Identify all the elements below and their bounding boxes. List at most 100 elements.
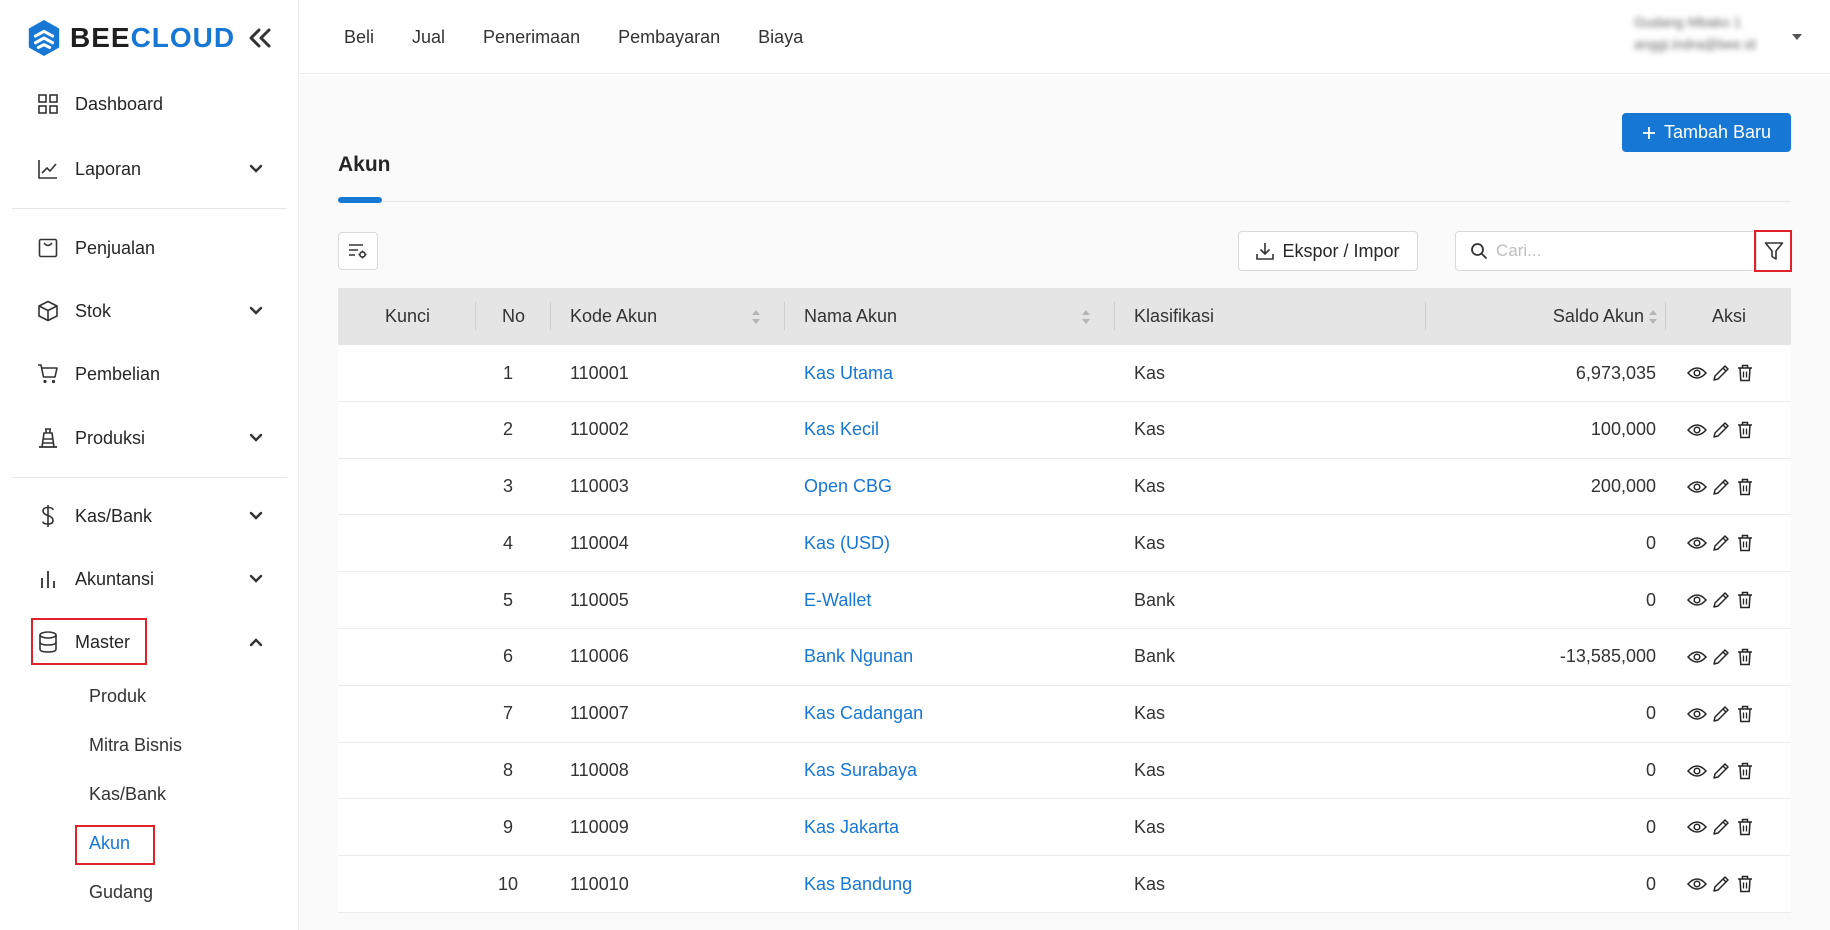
filter-button[interactable] xyxy=(1757,231,1791,271)
sort-icon[interactable] xyxy=(751,308,761,326)
view-icon[interactable] xyxy=(1687,761,1707,781)
edit-icon[interactable] xyxy=(1711,590,1731,610)
sidebar-item-akuntansi[interactable]: Akuntansi xyxy=(12,553,287,605)
caret-down-icon[interactable] xyxy=(1790,30,1804,44)
cell-kode-akun: 110008 xyxy=(570,760,629,781)
sidebar-item-laporan[interactable]: Laporan xyxy=(12,143,287,195)
view-icon[interactable] xyxy=(1687,647,1707,667)
submenu-item-gudang[interactable]: Gudang xyxy=(89,882,153,903)
edit-icon[interactable] xyxy=(1711,761,1731,781)
delete-icon[interactable] xyxy=(1735,533,1755,553)
submenu-item-mitra-bisnis[interactable]: Mitra Bisnis xyxy=(89,735,182,756)
view-icon[interactable] xyxy=(1687,477,1707,497)
cell-kode-akun: 110001 xyxy=(570,362,629,383)
table-row: 8 110008 Kas Surabaya Kas 0 xyxy=(338,742,1791,800)
user-info[interactable]: Gudang Mbako 1 anggi.indra@bee.id xyxy=(1634,12,1784,52)
edit-icon[interactable] xyxy=(1711,533,1731,553)
bar-chart-icon xyxy=(36,567,60,591)
cell-klasifikasi: Bank xyxy=(1134,589,1176,610)
delete-icon[interactable] xyxy=(1735,761,1755,781)
column-header-kode-akun[interactable]: Kode Akun xyxy=(570,288,657,345)
cell-nama-akun[interactable]: Kas Kecil xyxy=(804,402,879,458)
app-logo[interactable]: BEECLOUD xyxy=(26,18,235,58)
export-import-label: Ekspor / Impor xyxy=(1282,240,1400,261)
view-icon[interactable] xyxy=(1687,363,1707,383)
edit-icon[interactable] xyxy=(1711,874,1731,894)
column-settings-button[interactable] xyxy=(338,232,378,270)
column-header-aksi: Aksi xyxy=(1712,306,1747,326)
delete-icon[interactable] xyxy=(1735,647,1755,667)
view-icon[interactable] xyxy=(1687,590,1707,610)
edit-icon[interactable] xyxy=(1711,647,1731,667)
collapse-sidebar-button[interactable] xyxy=(244,22,276,54)
chevron-down-icon xyxy=(246,301,266,321)
top-nav-pembayaran[interactable]: Pembayaran xyxy=(618,27,720,48)
sort-icon[interactable] xyxy=(1648,308,1658,326)
delete-icon[interactable] xyxy=(1735,420,1755,440)
cell-nama-akun[interactable]: Bank Ngunan xyxy=(804,629,913,685)
cell-no: 9 xyxy=(502,816,513,837)
delete-icon[interactable] xyxy=(1735,874,1755,894)
header-separator xyxy=(1665,302,1666,330)
search-input[interactable] xyxy=(1496,241,1736,261)
top-nav-beli[interactable]: Beli xyxy=(344,27,374,48)
top-nav-biaya[interactable]: Biaya xyxy=(758,27,803,48)
column-header-saldo-akun[interactable]: Saldo Akun xyxy=(1538,288,1644,345)
cell-no: 5 xyxy=(502,589,513,610)
submenu-item-produk[interactable]: Produk xyxy=(89,686,146,707)
cell-nama-akun[interactable]: E-Wallet xyxy=(804,572,871,628)
delete-icon[interactable] xyxy=(1735,363,1755,383)
submenu-item-akun[interactable]: Akun xyxy=(89,833,130,854)
column-settings-icon xyxy=(349,244,367,259)
cell-nama-akun[interactable]: Kas Surabaya xyxy=(804,743,917,799)
cell-nama-akun[interactable]: Kas Utama xyxy=(804,345,893,401)
table-body: 1 110001 Kas Utama Kas 6,973,035 2 11000… xyxy=(338,345,1791,913)
logo-text-cloud: CLOUD xyxy=(130,22,236,53)
sidebar-item-kas-bank[interactable]: Kas/Bank xyxy=(12,490,287,542)
table-row: 5 110005 E-Wallet Bank 0 xyxy=(338,572,1791,629)
delete-icon[interactable] xyxy=(1735,590,1755,610)
table-row: 4 110004 Kas (USD) Kas 0 xyxy=(338,515,1791,573)
sidebar-item-penjualan[interactable]: Penjualan xyxy=(12,222,287,274)
sidebar-item-dashboard[interactable]: Dashboard xyxy=(12,78,287,130)
submenu-item-kas-bank[interactable]: Kas/Bank xyxy=(89,784,166,805)
view-icon[interactable] xyxy=(1687,874,1707,894)
sidebar-item-label: Penjualan xyxy=(75,237,156,258)
edit-icon[interactable] xyxy=(1711,420,1731,440)
view-icon[interactable] xyxy=(1687,533,1707,553)
sidebar-item-label: Dashboard xyxy=(75,93,164,114)
sidebar-item-stok[interactable]: Stok xyxy=(12,285,287,337)
edit-icon[interactable] xyxy=(1711,817,1731,837)
view-icon[interactable] xyxy=(1687,817,1707,837)
cell-nama-akun[interactable]: Kas (USD) xyxy=(804,515,890,571)
table-row: 2 110002 Kas Kecil Kas 100,000 xyxy=(338,401,1791,459)
cell-nama-akun[interactable]: Kas Jakarta xyxy=(804,799,899,855)
view-icon[interactable] xyxy=(1687,704,1707,724)
edit-icon[interactable] xyxy=(1711,363,1731,383)
view-icon[interactable] xyxy=(1687,420,1707,440)
cell-nama-akun[interactable]: Kas Bandung xyxy=(804,856,912,912)
table-row: 1 110001 Kas Utama Kas 6,973,035 xyxy=(338,345,1791,402)
sidebar-item-pembelian[interactable]: Pembelian xyxy=(12,348,287,400)
database-icon xyxy=(36,630,60,654)
sidebar-item-master[interactable]: Master xyxy=(12,616,287,668)
cell-klasifikasi: Kas xyxy=(1134,760,1166,781)
sidebar: BEECLOUD Dashboard Laporan Penjualan Sto… xyxy=(0,0,299,930)
column-header-nama-akun[interactable]: Nama Akun xyxy=(804,288,897,345)
factory-icon xyxy=(36,426,60,450)
sort-icon[interactable] xyxy=(1081,308,1091,326)
delete-icon[interactable] xyxy=(1735,704,1755,724)
cell-klasifikasi: Kas xyxy=(1134,362,1166,383)
export-import-button[interactable]: Ekspor / Impor xyxy=(1238,231,1418,271)
top-nav-jual[interactable]: Jual xyxy=(412,27,445,48)
add-new-button[interactable]: Tambah Baru xyxy=(1622,113,1791,152)
sidebar-item-produksi[interactable]: Produksi xyxy=(12,412,287,464)
delete-icon[interactable] xyxy=(1735,477,1755,497)
edit-icon[interactable] xyxy=(1711,704,1731,724)
cell-nama-akun[interactable]: Open CBG xyxy=(804,459,892,515)
table-row: 6 110006 Bank Ngunan Bank -13,585,000 xyxy=(338,628,1791,686)
cell-nama-akun[interactable]: Kas Cadangan xyxy=(804,686,923,742)
delete-icon[interactable] xyxy=(1735,817,1755,837)
edit-icon[interactable] xyxy=(1711,477,1731,497)
top-nav-penerimaan[interactable]: Penerimaan xyxy=(483,27,580,48)
